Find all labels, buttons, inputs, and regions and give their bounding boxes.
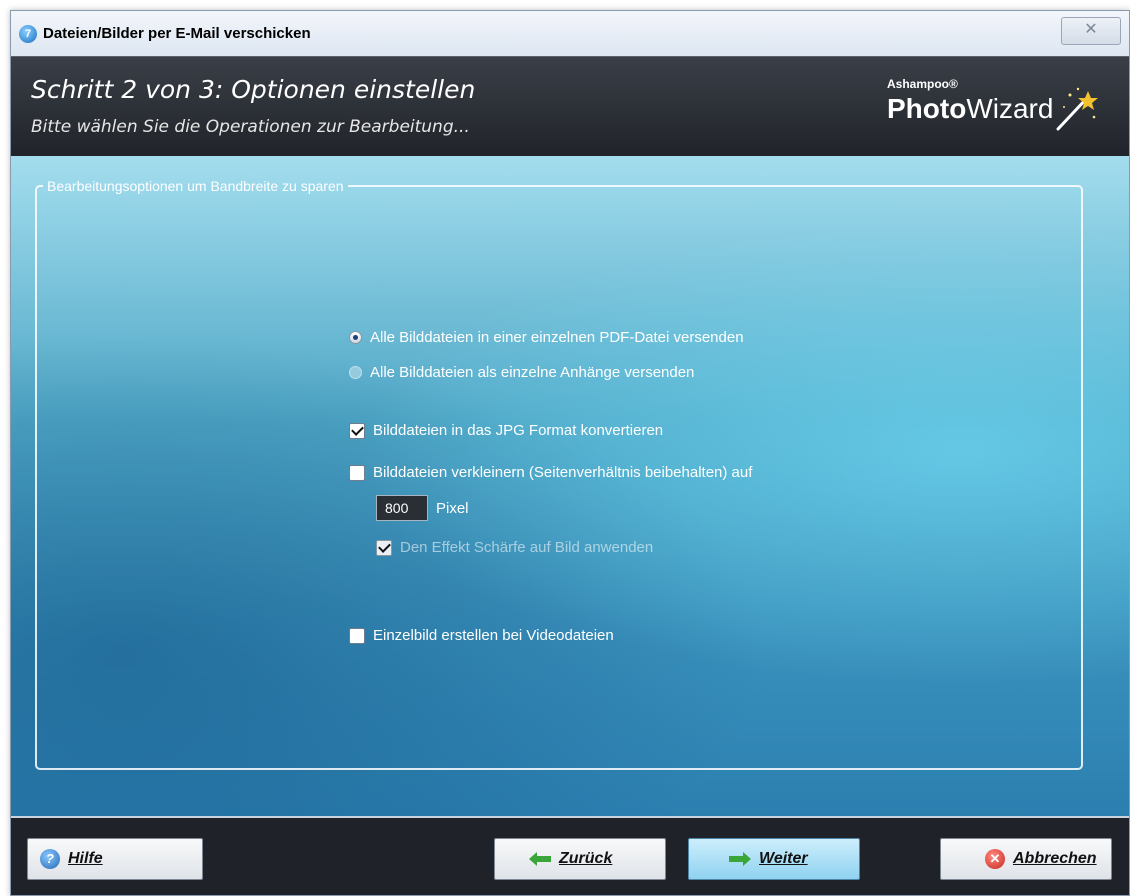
check-jpg-option[interactable]: Bilddateien in das JPG Format konvertier… [349,422,663,439]
radio-pdf[interactable] [349,331,362,344]
cancel-button[interactable]: ✕ Abbrechen [940,838,1112,880]
radio-pdf-option[interactable]: Alle Bilddateien in einer einzelnen PDF-… [349,329,744,346]
logo-brand: Ashampoo® [887,77,958,91]
help-icon: ? [40,849,60,869]
arrow-left-icon [529,852,551,866]
title-bar: 7 Dateien/Bilder per E-Mail verschicken … [11,11,1129,56]
cancel-icon: ✕ [985,849,1005,869]
button-bar: ? Hilfe Zurück Weiter ✕ Abbrechen [11,816,1129,895]
radio-attachments-label: Alle Bilddateien als einzelne Anhänge ve… [370,364,695,381]
check-resize-label: Bilddateien verkleinern (Seitenverhältni… [373,464,753,481]
radio-attachments-option[interactable]: Alle Bilddateien als einzelne Anhänge ve… [349,364,694,381]
radio-attachments[interactable] [349,366,362,379]
wizard-header: Schritt 2 von 3: Optionen einstellen Bit… [11,56,1129,157]
check-resize-option[interactable]: Bilddateien verkleinern (Seitenverhältni… [349,464,752,481]
cancel-button-label: Abbrechen [1013,850,1097,867]
radio-pdf-label: Alle Bilddateien in einer einzelnen PDF-… [370,329,744,346]
app-icon: 7 [19,25,37,43]
checkbox-video[interactable] [349,627,365,644]
check-video-option[interactable]: Einzelbild erstellen bei Videodateien [349,627,614,644]
wizard-window: 7 Dateien/Bilder per E-Mail verschicken … [10,10,1130,896]
magic-wand-icon [1056,87,1098,131]
step-subtitle: Bitte wählen Sie die Operationen zur Bea… [31,117,470,137]
help-button[interactable]: ? Hilfe [27,838,203,880]
next-button-label: Weiter [759,850,808,867]
group-legend: Bearbeitungsoptionen um Bandbreite zu sp… [47,178,344,194]
back-button-label: Zurück [559,850,613,867]
help-button-label: Hilfe [68,850,103,867]
step-title: Schritt 2 von 3: Optionen einstellen [31,75,476,104]
window-title: Dateien/Bilder per E-Mail verschicken [43,25,311,42]
arrow-right-icon [729,852,751,866]
pixel-unit-label: Pixel [436,500,469,517]
checkbox-jpg[interactable] [349,422,365,439]
close-button[interactable]: ✕ [1061,17,1121,45]
check-jpg-label: Bilddateien in das JPG Format konvertier… [373,422,664,439]
back-button[interactable]: Zurück [494,838,666,880]
checkbox-resize[interactable] [349,464,365,481]
checkbox-sharpen[interactable] [376,539,392,556]
next-button[interactable]: Weiter [688,838,860,880]
check-sharpen-option[interactable]: Den Effekt Schärfe auf Bild anwenden [376,539,653,556]
check-video-label: Einzelbild erstellen bei Videodateien [373,627,614,644]
resize-pixel-input[interactable] [376,495,428,521]
check-sharpen-label: Den Effekt Schärfe auf Bild anwenden [400,539,654,556]
photowizard-logo: Ashampoo® PhotoWizard [869,77,1099,137]
logo-product: PhotoWizard [887,93,1054,124]
options-panel: Bearbeitungsoptionen um Bandbreite zu sp… [11,156,1129,816]
